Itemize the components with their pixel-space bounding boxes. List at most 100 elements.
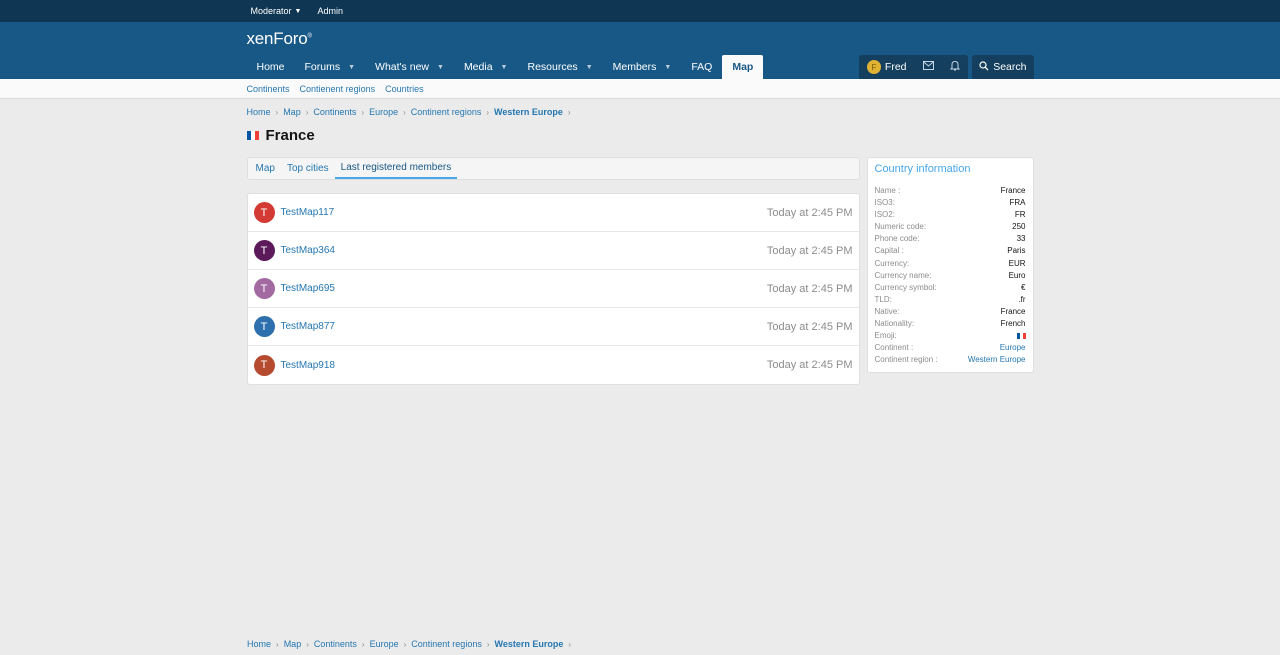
info-key: TLD: (874, 294, 892, 304)
nav-tab-media[interactable]: Media ▼ (454, 55, 518, 79)
nav-tab-members[interactable]: Members ▼ (603, 55, 682, 79)
member-name[interactable]: TestMap117 (281, 207, 335, 218)
info-value[interactable]: Western Europe (968, 354, 1026, 366)
member-name[interactable]: TestMap695 (281, 283, 335, 294)
nav-tab-faq[interactable]: FAQ (681, 55, 722, 79)
info-row-iso3: ISO3: FRA (875, 197, 1026, 209)
info-key: Name : (874, 186, 901, 195)
info-key: Numeric code: (874, 222, 927, 232)
tab-map[interactable]: Map (250, 158, 281, 179)
chevron-right-icon: › (305, 107, 309, 117)
info-value[interactable]: Europe (1000, 342, 1026, 354)
info-row-nationality: Nationality: French (875, 318, 1026, 330)
subnav-continents[interactable]: Continents (247, 84, 290, 94)
member-registered-time: Today at 2:45 PM (766, 359, 853, 371)
breadcrumb-continents[interactable]: Continents (313, 107, 356, 117)
nav-tab-forums[interactable]: Forums ▼ (295, 55, 366, 79)
info-key: ISO2: (874, 210, 895, 220)
info-value: FR (1014, 210, 1026, 220)
list-item: T TestMap364 Today at 2:45 PM (247, 232, 859, 270)
breadcrumb-europe[interactable]: Europe (369, 107, 398, 117)
alerts-button[interactable] (942, 55, 968, 79)
page-title-row: France (246, 126, 1034, 144)
caret-down-icon[interactable]: ▼ (501, 64, 508, 71)
chevron-right-icon: › (486, 107, 489, 117)
nav-tab-label: Media (463, 61, 493, 73)
list-item: T TestMap918 Today at 2:45 PM (248, 346, 859, 384)
subnav-countries[interactable]: Countries (385, 84, 424, 94)
member-name[interactable]: TestMap364 (281, 245, 335, 256)
staff-bar: Moderator ▼ Admin (0, 0, 1280, 22)
member-avatar[interactable]: T (253, 278, 275, 299)
content-tabs: Map Top cities Last registered members (246, 157, 860, 180)
nav-tab-label: Members (612, 61, 657, 73)
search-label: Search (993, 61, 1027, 73)
member-avatar[interactable]: T (253, 316, 275, 337)
breadcrumb-western-europe[interactable]: Western Europe (495, 639, 564, 649)
country-info-title: Country information (874, 163, 971, 175)
caret-down-icon[interactable]: ▼ (664, 64, 671, 71)
info-key: Continent : (874, 343, 914, 353)
info-value: € (1021, 282, 1026, 292)
nav-tab-home[interactable]: Home (247, 55, 295, 79)
nav-tab-what-s-new[interactable]: What's new ▼ (365, 55, 454, 79)
breadcrumb-continent-regions[interactable]: Continent regions (411, 107, 482, 117)
user-menu[interactable]: F Fred (859, 55, 915, 79)
caret-down-icon[interactable]: ▼ (437, 64, 444, 71)
info-row-capital: Capital : Paris (875, 245, 1026, 257)
info-key: Currency name: (874, 270, 932, 280)
info-key: Continent region : (874, 355, 938, 365)
breadcrumb-home[interactable]: Home (247, 639, 271, 649)
member-registered-time: Today at 2:45 PM (766, 206, 853, 219)
moderator-menu[interactable]: Moderator ▼ (251, 6, 302, 16)
tab-last-registered-members[interactable]: Last registered members (334, 158, 458, 179)
visitor-tabs: F Fred (858, 55, 968, 79)
breadcrumb-europe[interactable]: Europe (370, 639, 399, 649)
nav-tab-map[interactable]: Map (722, 55, 764, 79)
france-flag-icon (246, 130, 260, 140)
envelope-icon (922, 61, 934, 73)
nav-tab-label: What's new (375, 61, 429, 73)
info-value: .fr (1018, 294, 1026, 304)
info-row-iso2: ISO2: FR (875, 209, 1026, 221)
chevron-right-icon: › (403, 639, 407, 649)
chevron-right-icon: › (276, 639, 279, 649)
chevron-right-icon: › (306, 639, 309, 649)
breadcrumb-continents[interactable]: Continents (314, 639, 357, 649)
breadcrumb: Home › Map › Continents › Europe › Continent reg… (247, 105, 1034, 119)
member-name[interactable]: TestMap918 (281, 360, 335, 371)
nav-tab-label: Home (256, 61, 285, 73)
caret-down-icon[interactable]: ▼ (586, 64, 593, 71)
search-button[interactable]: Search (972, 55, 1034, 79)
info-value: EUR (1008, 258, 1026, 268)
site-logo[interactable]: xenForo® (247, 29, 312, 49)
breadcrumb-map[interactable]: Map (283, 107, 301, 117)
logo-text: xenForo (246, 29, 308, 48)
member-avatar[interactable]: T (253, 202, 275, 223)
sub-nav: Continents Contienent regions Countries (0, 79, 1280, 99)
chevron-right-icon: › (361, 639, 365, 649)
breadcrumb-western-europe[interactable]: Western Europe (494, 107, 563, 117)
info-key: Phone code: (874, 234, 920, 244)
country-info-panel: Country information Name : France ISO3: FRA… (866, 157, 1034, 374)
france-flag-icon (1016, 333, 1026, 340)
info-row-emoji: Emoji: (875, 330, 1026, 342)
chevron-right-icon: › (403, 107, 406, 117)
page-body: Home › Map › Continents › Europe › Continent reg… (246, 105, 1034, 385)
member-avatar[interactable]: T (253, 240, 275, 261)
chevron-right-icon: › (568, 639, 572, 649)
caret-down-icon[interactable]: ▼ (348, 64, 355, 71)
admin-link[interactable]: Admin (317, 6, 343, 16)
nav-tab-label: Map (732, 61, 754, 73)
info-row-currency: Currency: EUR (875, 258, 1026, 270)
subnav-contienent-regions[interactable]: Contienent regions (300, 84, 376, 94)
info-key: ISO3: (874, 198, 895, 208)
inbox-button[interactable] (915, 55, 942, 79)
tab-top-cities[interactable]: Top cities (281, 158, 335, 179)
member-name[interactable]: TestMap877 (281, 321, 335, 332)
breadcrumb-continent-regions[interactable]: Continent regions (411, 639, 482, 649)
nav-tab-resources[interactable]: Resources ▼ (517, 55, 602, 79)
member-avatar[interactable]: T (253, 354, 275, 376)
breadcrumb-map[interactable]: Map (284, 639, 302, 649)
breadcrumb-home[interactable]: Home (247, 107, 271, 117)
